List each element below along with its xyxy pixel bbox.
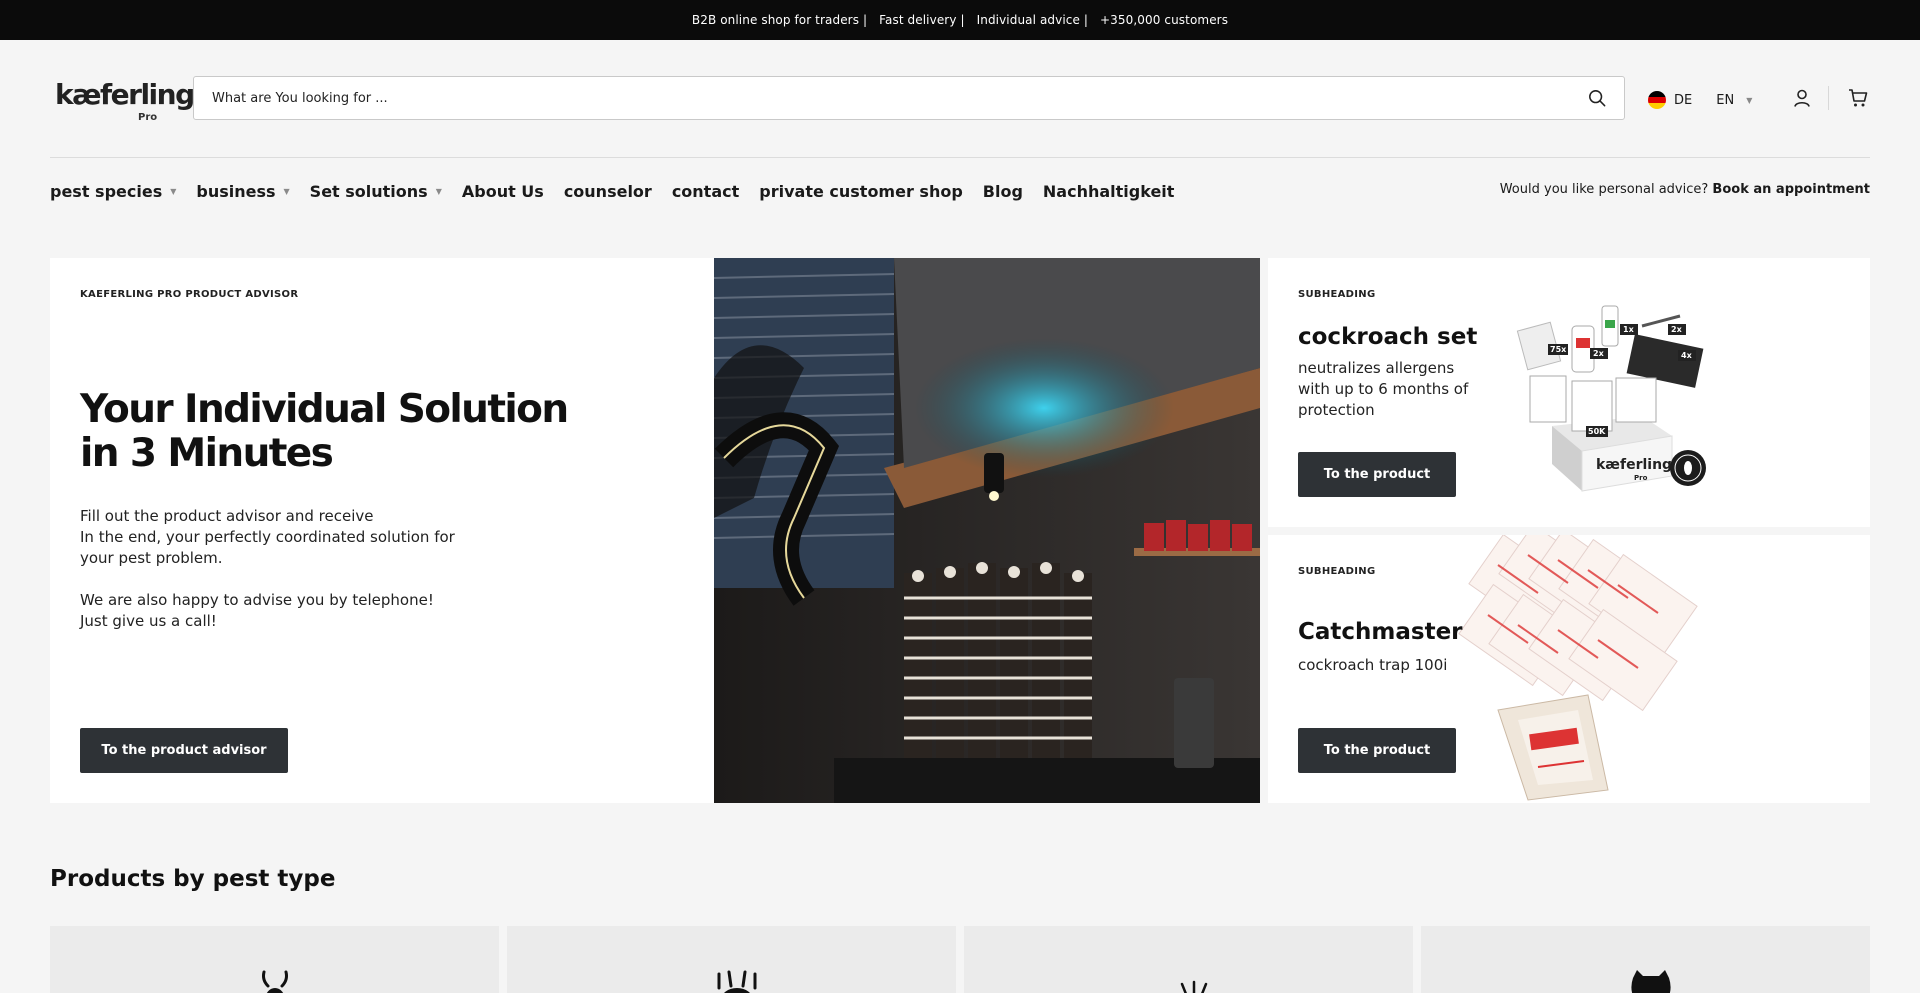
- announcement-item: +350,000 customers: [1100, 13, 1229, 27]
- search-input[interactable]: [212, 77, 1512, 119]
- nav-label: Set solutions: [309, 181, 428, 201]
- box-brand: kæferling: [1596, 457, 1672, 473]
- pest-tile-ant[interactable]: [964, 926, 1413, 993]
- qty-label: 75x: [1550, 345, 1567, 354]
- main-nav: pest species ▼ business ▼ Set solutions ▼ A…: [50, 178, 1194, 204]
- qty-label: 50K: [1588, 427, 1606, 436]
- nav-item-business[interactable]: business ▼: [196, 182, 289, 201]
- product-advisor-panel: KAEFERLING PRO PRODUCT ADVISOR Your Indi…: [50, 258, 714, 803]
- cart-icon[interactable]: [1848, 88, 1868, 108]
- chevron-down-icon: ▼: [1746, 95, 1753, 105]
- qty-label: 1x: [1623, 325, 1635, 334]
- pest-tile-mouse[interactable]: [1421, 926, 1870, 993]
- product-card-catchmaster: SUBHEADING Catchmaster cockroach trap 10…: [1268, 535, 1870, 803]
- logo-sub: Pro: [138, 112, 158, 123]
- announcement-item: B2B online shop for traders |: [691, 13, 868, 27]
- qty-label: 2x: [1671, 325, 1683, 334]
- to-product-button[interactable]: To the product: [1298, 452, 1456, 497]
- card-description: cockroach trap 100i: [1298, 656, 1448, 674]
- cockroach-set-image: 1x 2x 75x 2x 4x 50K kæferling Pro: [1516, 305, 1706, 492]
- hero-image: [714, 258, 1260, 803]
- cockroach-icon: [262, 970, 288, 993]
- pest-tile-bedbug[interactable]: [507, 926, 956, 993]
- nav-item-private-shop[interactable]: private customer shop: [759, 182, 963, 201]
- hero-eyebrow: KAEFERLING PRO PRODUCT ADVISOR: [80, 289, 299, 300]
- site-header: kæferling Pro DE EN ▼: [50, 40, 1870, 158]
- product-advisor-button[interactable]: To the product advisor: [80, 728, 288, 773]
- nav-item-contact[interactable]: contact: [672, 182, 739, 201]
- header-divider: [1828, 86, 1829, 110]
- hero-title: Your Individual Solution in 3 Minutes: [80, 387, 569, 476]
- chevron-down-icon: ▼: [283, 186, 290, 196]
- cafe-interior-illustration: [714, 258, 1260, 803]
- hero-paragraph: We are also happy to advise you by telep…: [80, 591, 434, 630]
- card-title[interactable]: Catchmaster: [1298, 619, 1463, 645]
- personal-advice: Would you like personal advice? Book an …: [1500, 182, 1870, 197]
- logo-wordmark: kæferling: [55, 78, 195, 111]
- nav-label: business: [196, 181, 276, 201]
- qty-label: 2x: [1593, 349, 1605, 358]
- nav-label: pest species: [50, 181, 163, 201]
- lang-de[interactable]: DE: [1674, 93, 1692, 108]
- language-switcher[interactable]: DE EN ▼: [1648, 90, 1752, 110]
- bedbug-icon: [717, 970, 757, 993]
- section-title: Products by pest type: [50, 866, 336, 892]
- announcement-item: Fast delivery |: [879, 13, 965, 27]
- card-eyebrow: SUBHEADING: [1298, 566, 1376, 577]
- card-description: neutralizes allergens with up to 6 month…: [1298, 359, 1469, 419]
- user-icon[interactable]: [1792, 88, 1812, 108]
- logo[interactable]: kæferling Pro: [55, 80, 195, 128]
- search-bar: [193, 76, 1625, 120]
- hero-paragraph: Fill out the product advisor and receive…: [80, 507, 455, 567]
- nav-item-about-us[interactable]: About Us: [462, 182, 544, 201]
- hero-description: Fill out the product advisor and receive…: [80, 506, 500, 632]
- announcement-bar: B2B online shop for traders | Fast deliv…: [0, 0, 1920, 40]
- chevron-down-icon: ▼: [170, 186, 177, 196]
- book-appointment-link[interactable]: Book an appointment: [1712, 182, 1870, 197]
- announcement-item: Individual advice |: [976, 13, 1089, 27]
- to-product-button[interactable]: To the product: [1298, 728, 1456, 773]
- nav-item-counselor[interactable]: counselor: [564, 182, 652, 201]
- nav-item-set-solutions[interactable]: Set solutions ▼: [310, 182, 442, 201]
- qty-label: 4x: [1681, 351, 1693, 360]
- advice-question: Would you like personal advice?: [1499, 182, 1709, 197]
- card-title[interactable]: cockroach set: [1298, 324, 1477, 350]
- pest-tile-cockroach[interactable]: [50, 926, 499, 993]
- nav-item-nachhaltigkeit[interactable]: Nachhaltigkeit: [1043, 182, 1175, 201]
- nav-item-pest-species[interactable]: pest species ▼: [50, 182, 176, 201]
- chevron-down-icon: ▼: [435, 186, 442, 196]
- lang-en[interactable]: EN: [1716, 93, 1734, 108]
- box-sub: Pro: [1634, 474, 1648, 482]
- search-icon[interactable]: [1588, 89, 1606, 107]
- window-blinds: [714, 258, 895, 606]
- ant-icon: [1180, 980, 1208, 993]
- mouse-icon: [1631, 970, 1671, 993]
- nav-item-blog[interactable]: Blog: [983, 182, 1023, 201]
- germany-flag-icon: [1648, 91, 1666, 109]
- product-card-cockroach-set: SUBHEADING cockroach set neutralizes all…: [1268, 258, 1870, 527]
- card-eyebrow: SUBHEADING: [1298, 289, 1376, 300]
